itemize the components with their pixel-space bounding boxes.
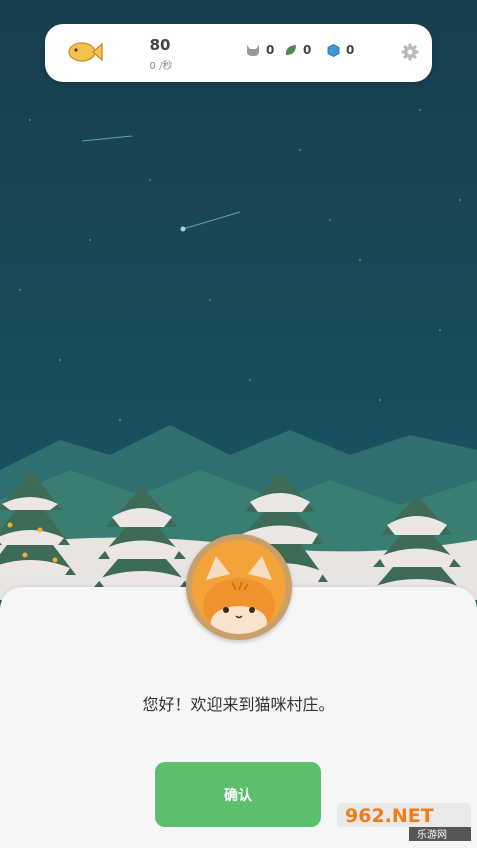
resource-leaf: 0 <box>284 43 311 57</box>
resource-gem: 0 <box>327 43 354 57</box>
site-watermark: 962.NET 乐游网 <box>337 801 471 843</box>
leaf-icon <box>285 44 296 55</box>
welcome-message: 您好！欢迎来到猫咪村庄。 <box>142 695 335 714</box>
fish-rate: 0 /秒 <box>149 61 173 72</box>
cat-face <box>192 540 286 634</box>
confirm-button[interactable]: 确认 <box>155 762 321 827</box>
resource-cat: 0 <box>246 43 274 57</box>
resource-cat-value: 0 <box>266 43 275 57</box>
snowy-forest-illustration <box>0 109 477 600</box>
fish-icon <box>68 42 103 62</box>
cat-head-icon <box>247 44 259 56</box>
gem-icon <box>327 43 340 57</box>
fish-count: 80 <box>149 36 171 54</box>
svg-text:962.NET: 962.NET <box>345 805 434 827</box>
gear-icon[interactable] <box>401 43 419 61</box>
cat-avatar <box>186 534 292 640</box>
resource-leaf-value: 0 <box>303 43 312 57</box>
watermark-logo: 962.NET 乐游网 <box>337 803 471 841</box>
cat-face-icon <box>203 556 275 634</box>
svg-text:乐游网: 乐游网 <box>417 828 447 841</box>
resource-bar: 80 0 /秒 0 0 0 <box>45 24 432 82</box>
resource-gem-value: 0 <box>346 43 355 57</box>
